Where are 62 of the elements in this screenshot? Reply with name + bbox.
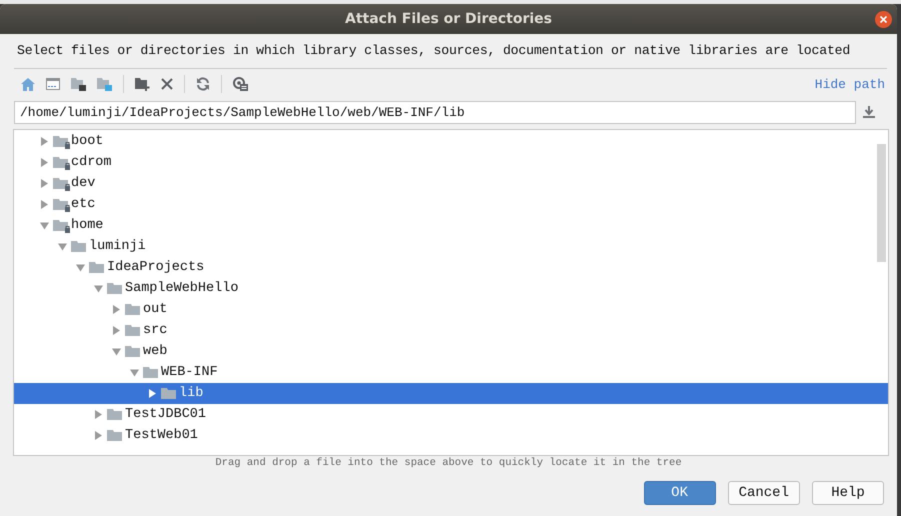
tree-row[interactable]: web <box>14 341 888 362</box>
tree-row[interactable]: boot <box>14 131 888 152</box>
desktop-icon[interactable] <box>46 78 60 90</box>
expand-arrow-icon[interactable] <box>40 179 49 188</box>
folder-name: TestJDBC01 <box>125 407 206 422</box>
folder-icon[interactable] <box>71 77 86 91</box>
expand-arrow-icon[interactable] <box>40 137 49 146</box>
description-text: Select files or directories in which library classes, sources, documentation or native libraries are located <box>16 42 852 60</box>
collapse-arrow-icon[interactable] <box>94 284 103 293</box>
folder-name: dev <box>71 176 96 191</box>
expand-arrow-icon[interactable] <box>40 158 49 167</box>
home-icon[interactable] <box>21 78 35 90</box>
collapse-arrow-icon[interactable] <box>58 242 67 251</box>
window-title: Attach Files or Directories <box>344 11 552 27</box>
tree-row[interactable]: out <box>14 299 888 320</box>
collapse-arrow-icon[interactable] <box>76 263 85 272</box>
folder-name: SampleWebHello <box>125 281 238 296</box>
folder-name: src <box>143 323 168 338</box>
dialog-button[interactable]: Help <box>812 481 884 505</box>
expand-arrow-icon[interactable] <box>40 200 49 209</box>
folder-name: TestWeb01 <box>125 428 198 443</box>
tree-row[interactable]: dev <box>14 173 888 194</box>
tree-row[interactable]: home <box>14 215 888 236</box>
expand-arrow-icon[interactable] <box>94 431 103 440</box>
expand-arrow-icon[interactable] <box>94 410 103 419</box>
new-folder-icon[interactable] <box>135 77 150 91</box>
ok-button[interactable]: OK <box>644 481 716 505</box>
collapse-arrow-icon[interactable] <box>40 221 49 230</box>
collapse-arrow-icon[interactable] <box>130 368 139 377</box>
path-field[interactable]: /home/luminji/IdeaProjects/SampleWebHello/web/WEB-INF/lib <box>14 101 856 124</box>
collapse-arrow-icon[interactable] <box>112 347 121 356</box>
tree-row[interactable]: TestWeb01 <box>14 425 888 446</box>
tree-row[interactable]: etc <box>14 194 888 215</box>
refresh-icon[interactable] <box>196 77 210 91</box>
tree-row[interactable]: lib <box>14 383 888 404</box>
folder-name: boot <box>71 134 104 149</box>
folder-name: web <box>143 344 168 359</box>
tree-row[interactable]: IdeaProjects <box>14 257 888 278</box>
close-button[interactable] <box>875 11 892 28</box>
expand-arrow-icon[interactable] <box>148 389 157 398</box>
folder-name: luminji <box>89 239 146 254</box>
tree-row[interactable]: src <box>14 320 888 341</box>
tree-row[interactable]: WEB-INF <box>14 362 888 383</box>
hint-text: Drag and drop a file into the space above to quickly locate it in the tree <box>214 456 683 471</box>
tree-row[interactable]: TestJDBC01 <box>14 404 888 425</box>
delete-icon[interactable] <box>161 78 173 90</box>
folder-name: out <box>143 302 168 317</box>
tree-row[interactable]: luminji <box>14 236 888 257</box>
folder-name: lib <box>179 386 204 401</box>
folder-name: IdeaProjects <box>107 260 204 275</box>
hide-path-link[interactable]: Hide path <box>814 76 887 92</box>
expand-arrow-icon[interactable] <box>112 326 121 335</box>
scrollbar-thumb[interactable] <box>877 144 886 262</box>
tree-row[interactable]: SampleWebHello <box>14 278 888 299</box>
folder-name: etc <box>71 197 96 212</box>
tree-row[interactable]: cdrom <box>14 152 888 173</box>
folder-name: cdrom <box>71 155 112 170</box>
folder-name: WEB-INF <box>161 365 218 380</box>
download-icon[interactable] <box>863 106 875 119</box>
dialog-button[interactable]: Cancel <box>728 481 800 505</box>
expand-arrow-icon[interactable] <box>112 305 121 314</box>
folder-name: home <box>71 218 104 233</box>
